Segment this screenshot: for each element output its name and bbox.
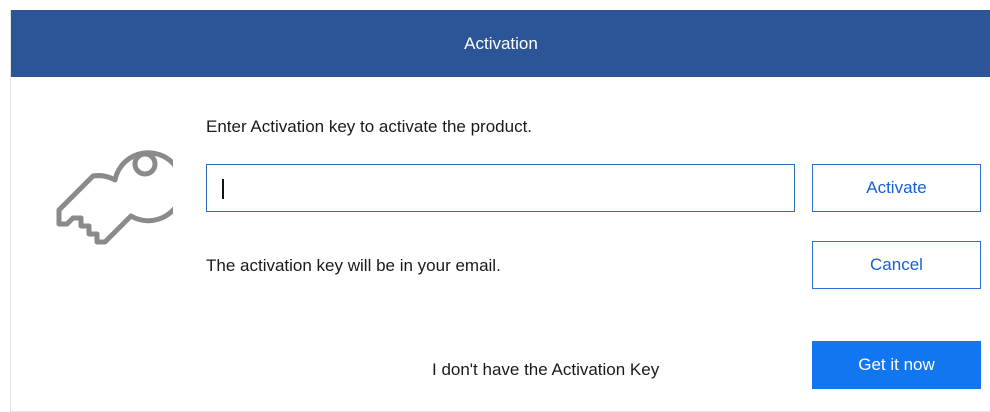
no-activation-key-link[interactable]: I don't have the Activation Key bbox=[432, 360, 659, 380]
activation-dialog: Activation Enter Activation key to activ… bbox=[10, 10, 990, 412]
title-bar: Activation bbox=[11, 10, 990, 77]
activate-button-label: Activate bbox=[866, 178, 927, 197]
get-it-now-button-label: Get it now bbox=[858, 355, 935, 374]
dialog-title: Activation bbox=[464, 33, 538, 53]
email-hint: The activation key will be in your email… bbox=[206, 256, 501, 275]
get-it-now-button[interactable]: Get it now bbox=[812, 341, 981, 389]
activate-button[interactable]: Activate bbox=[812, 164, 981, 212]
activation-prompt: Enter Activation key to activate the pro… bbox=[206, 117, 533, 136]
cancel-button[interactable]: Cancel bbox=[812, 241, 981, 289]
key-icon bbox=[56, 150, 173, 245]
activation-key-input[interactable] bbox=[206, 164, 795, 212]
cancel-button-label: Cancel bbox=[870, 255, 923, 274]
text-caret bbox=[222, 179, 224, 199]
